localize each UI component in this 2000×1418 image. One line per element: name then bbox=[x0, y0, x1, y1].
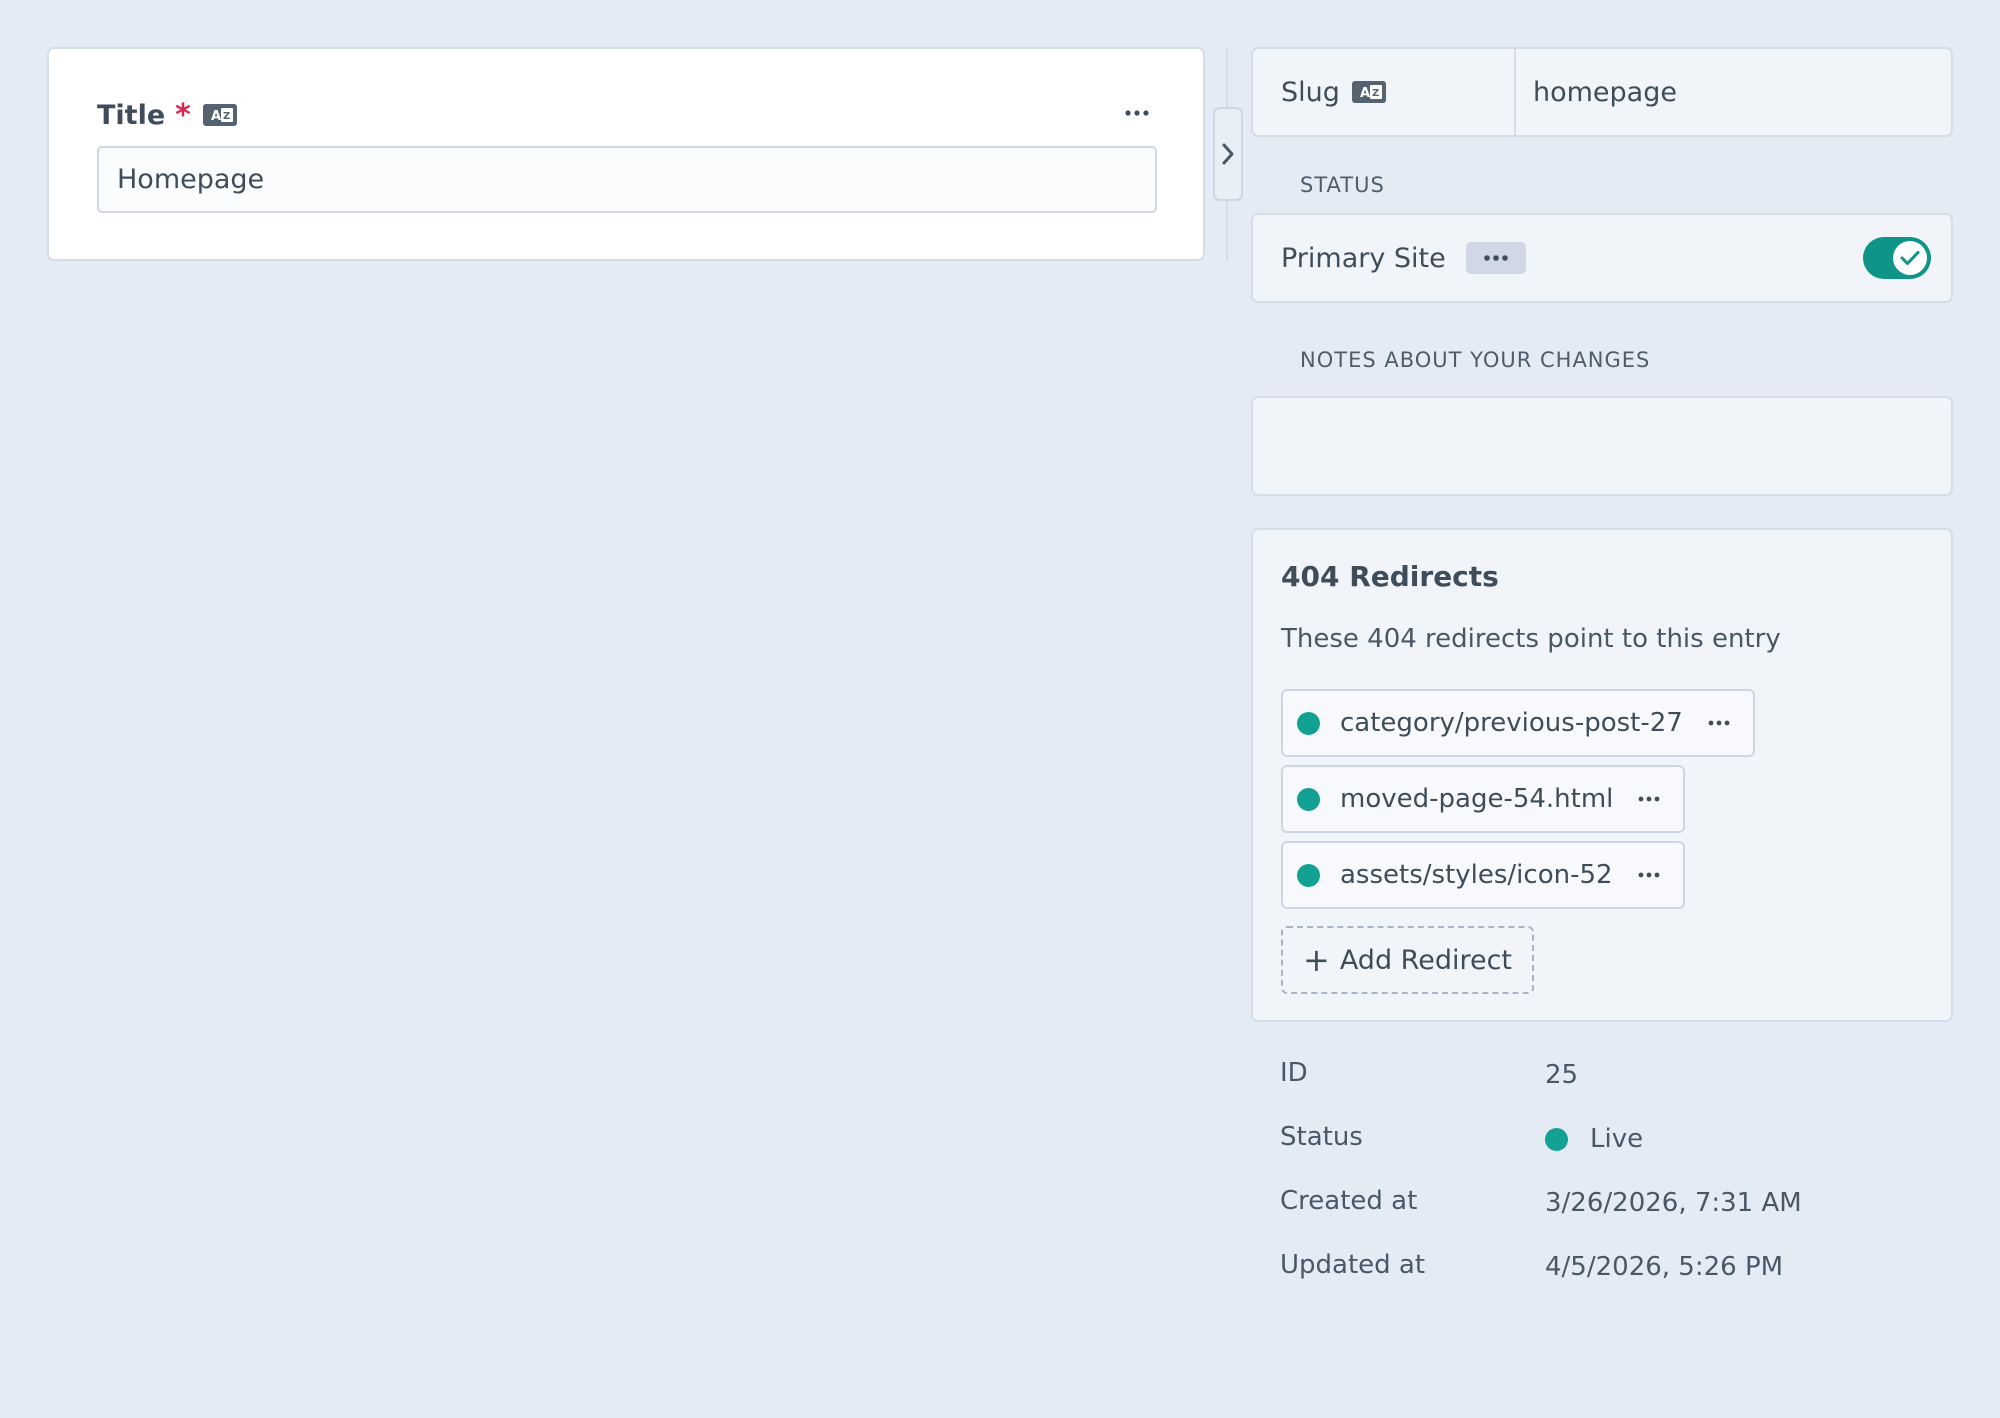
svg-text:Z: Z bbox=[1372, 88, 1379, 99]
add-redirect-button[interactable]: + Add Redirect bbox=[1281, 926, 1535, 994]
status-text: Live bbox=[1590, 1124, 1644, 1154]
redirect-item[interactable]: moved-page-54.html bbox=[1281, 765, 1686, 833]
redirect-options-button[interactable] bbox=[1635, 865, 1663, 885]
redirects-title: 404 Redirects bbox=[1281, 560, 1499, 593]
redirects-description: These 404 redirects point to this entry bbox=[1281, 624, 1781, 654]
notes-field bbox=[1251, 396, 1953, 496]
meta-updated-label: Updated at bbox=[1280, 1250, 1426, 1280]
ellipsis-icon bbox=[1125, 110, 1149, 116]
meta-updated-value: 4/5/2026, 5:26 PM bbox=[1545, 1252, 1784, 1282]
notes-section-label: NOTES ABOUT YOUR CHANGES bbox=[1300, 348, 1651, 372]
meta-status-label: Status bbox=[1280, 1122, 1363, 1152]
redirect-options-button[interactable] bbox=[1705, 713, 1733, 733]
svg-text:Z: Z bbox=[223, 111, 230, 122]
status-dot bbox=[1545, 1127, 1568, 1151]
status-dot bbox=[1297, 863, 1320, 887]
status-section-label: STATUS bbox=[1300, 173, 1385, 197]
redirect-path: assets/styles/icon-52 bbox=[1340, 860, 1613, 890]
redirect-path: moved-page-54.html bbox=[1340, 784, 1614, 814]
toggle-knob bbox=[1893, 241, 1927, 275]
redirect-item[interactable]: assets/styles/icon-52 bbox=[1281, 841, 1685, 909]
redirect-item[interactable]: category/previous-post-27 bbox=[1281, 689, 1755, 757]
translatable-icon: A Z bbox=[202, 104, 237, 126]
title-field-label: Title bbox=[97, 99, 166, 131]
translatable-icon: A Z bbox=[1351, 81, 1386, 103]
title-field-more-button[interactable] bbox=[1119, 99, 1155, 127]
svg-text:A: A bbox=[1360, 86, 1370, 101]
slug-label-cell: Slug A Z bbox=[1253, 49, 1516, 135]
status-dot bbox=[1297, 711, 1320, 735]
meta-id-label: ID bbox=[1280, 1058, 1308, 1088]
ellipsis-icon bbox=[1638, 872, 1659, 878]
slug-field: Slug A Z bbox=[1251, 47, 1953, 137]
meta-created-value: 3/26/2026, 7:31 AM bbox=[1545, 1188, 1802, 1218]
redirect-options-button[interactable] bbox=[1635, 789, 1663, 809]
slug-label: Slug bbox=[1281, 76, 1340, 108]
meta-status-value: Live bbox=[1545, 1124, 1643, 1154]
chevron-right-icon bbox=[1222, 143, 1234, 165]
ellipsis-icon bbox=[1483, 255, 1508, 261]
plus-icon: + bbox=[1303, 941, 1330, 979]
sidebar-collapse-toggle[interactable] bbox=[1213, 107, 1243, 201]
slug-input[interactable] bbox=[1533, 76, 1951, 108]
notes-textarea[interactable] bbox=[1253, 398, 1951, 494]
status-dot bbox=[1297, 787, 1320, 811]
meta-created-label: Created at bbox=[1280, 1186, 1418, 1216]
meta-id-value: 25 bbox=[1545, 1060, 1579, 1090]
title-input[interactable] bbox=[97, 146, 1157, 213]
title-field-card: Title * A Z bbox=[47, 47, 1205, 261]
svg-text:A: A bbox=[211, 109, 221, 124]
add-redirect-label: Add Redirect bbox=[1339, 944, 1513, 976]
site-name: Primary Site bbox=[1281, 242, 1446, 274]
check-icon bbox=[1900, 251, 1920, 265]
title-field-heading: Title * A Z bbox=[97, 95, 237, 135]
site-enabled-toggle[interactable] bbox=[1863, 237, 1931, 279]
slug-value-cell bbox=[1516, 49, 1951, 135]
site-status-row: Primary Site bbox=[1251, 213, 1953, 303]
ellipsis-icon bbox=[1639, 796, 1660, 802]
redirects-panel: 404 Redirects These 404 redirects point … bbox=[1251, 528, 1953, 1022]
site-options-button[interactable] bbox=[1465, 242, 1526, 274]
redirect-path: category/previous-post-27 bbox=[1340, 708, 1683, 738]
required-marker: * bbox=[175, 97, 191, 133]
ellipsis-icon bbox=[1708, 720, 1730, 726]
